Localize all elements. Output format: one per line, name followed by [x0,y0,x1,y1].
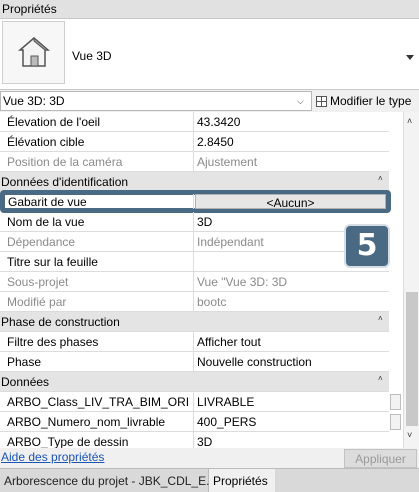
property-label: ARBO_Numero_nom_livrable [0,412,194,432]
chevron-down-icon[interactable]: ⌵ [297,96,304,107]
value-browse-button[interactable] [390,414,401,430]
property-row[interactable]: ARBO_Class_LIV_TRA_BIM_ORI LIVRABLE [0,392,401,412]
property-value[interactable]: Nouvelle construction [195,352,389,372]
property-label: ARBO_Type de dessin [0,432,194,448]
property-row: Position de la caméra Ajustement [0,152,389,172]
property-label: Élevation de l'oeil [0,112,194,132]
tab-project-browser[interactable]: Arborescence du projet - JBK_CDL_E... [0,469,216,492]
properties-grid: Élevation de l'oeil 43.3420 Élévation ci… [0,112,403,448]
scrollbar-thumb[interactable] [406,292,418,426]
property-value[interactable]: LIVRABLE [195,392,389,412]
property-value[interactable]: 43.3420 [195,112,389,132]
property-value[interactable]: 2.8450 [195,132,389,152]
type-name: Vue 3D [72,49,112,63]
group-label: Données d'identification [1,175,129,189]
vertical-scrollbar[interactable]: ˄ ˅ [403,112,419,448]
property-label: Nom de la vue [0,212,194,232]
view-template-button[interactable]: <Aucun> [195,194,386,209]
group-label: Phase de construction [1,315,120,329]
collapse-icon[interactable]: ˄ [378,374,383,383]
tab-properties[interactable]: Propriétés [209,469,275,492]
property-label: Position de la caméra [0,152,194,172]
property-row[interactable]: ARBO_Type de dessin 3D [0,432,389,448]
instance-selector[interactable]: Vue 3D: 3D ⌵ [0,91,312,111]
help-link[interactable]: Aide des propriétés [1,450,104,464]
house-3d-icon [2,21,65,84]
property-label: Phase [0,352,194,372]
group-label: Données [1,375,50,389]
value-browse-button[interactable] [390,394,401,410]
property-row[interactable]: ARBO_Numero_nom_livrable 400_PERS [0,412,401,432]
view-template-row[interactable]: Gabarit de vue <Aucun> [0,190,391,213]
property-value[interactable]: Afficher tout [195,332,389,352]
property-label: Sous-projet [0,272,194,292]
property-label: Dépendance [0,232,194,252]
property-label: Titre sur la feuille [0,252,194,272]
scroll-up-icon[interactable]: ˄ [407,116,412,126]
panel-tabs: Arborescence du projet - JBK_CDL_E... Pr… [0,468,419,492]
property-row[interactable]: Phase Nouvelle construction [0,352,389,372]
edit-type-label: Modifier le type [330,94,412,108]
collapse-icon[interactable]: ˄ [378,314,383,323]
property-value[interactable]: 400_PERS [195,412,389,432]
scroll-down-icon[interactable]: ˅ [407,430,412,440]
property-label: Modifié par [0,292,194,312]
panel-title: Propriétés [0,0,419,19]
type-selector[interactable]: Vue 3D [0,19,419,90]
property-row[interactable]: Élévation cible 2.8450 [0,132,389,152]
property-row[interactable]: Élevation de l'oeil 43.3420 [0,112,389,132]
property-label: Filtre des phases [0,332,194,352]
property-row: Dépendance Indépendant [0,232,389,252]
type-dropdown-arrow-icon[interactable] [406,55,414,60]
edit-type-icon [316,95,327,107]
group-header-data[interactable]: Données ˄ [0,372,389,392]
group-header-phasing[interactable]: Phase de construction ˄ [0,312,389,332]
collapse-icon[interactable]: ˄ [378,174,383,183]
property-row[interactable]: Titre sur la feuille [0,252,389,272]
property-label: Gabarit de vue [5,194,194,209]
property-label: Élévation cible [0,132,194,152]
step-number-badge: 5 [344,224,390,268]
instance-selector-value: Vue 3D: 3D [3,94,65,108]
property-value: bootc [197,295,227,309]
property-value: Vue "Vue 3D: 3D [197,275,288,289]
property-row: Modifié par bootc [0,292,389,312]
property-value[interactable]: 3D [195,432,389,448]
apply-button[interactable]: Appliquer [344,449,417,468]
edit-type-button[interactable]: Modifier le type [316,93,411,109]
property-value: Ajustement [197,155,258,169]
group-header-identification[interactable]: Données d'identification ˄ [0,172,389,192]
property-row[interactable]: Filtre des phases Afficher tout [0,332,389,352]
property-row: Sous-projet Vue "Vue 3D: 3D [0,272,389,292]
property-label: ARBO_Class_LIV_TRA_BIM_ORI [0,392,194,412]
property-row[interactable]: Nom de la vue 3D [0,212,389,232]
